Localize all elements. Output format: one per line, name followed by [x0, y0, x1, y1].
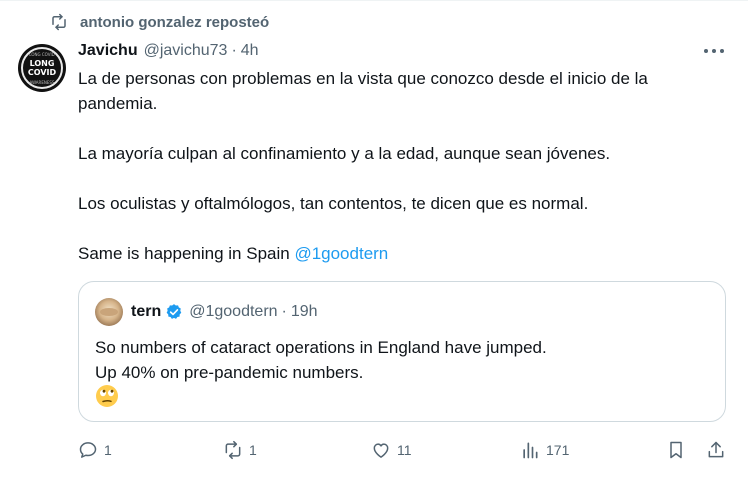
- tweet-text: La de personas con problemas en la vista…: [78, 66, 718, 266]
- avatar-badge-bottom-text: AWARENESS: [29, 80, 55, 85]
- more-dot: [712, 49, 716, 53]
- tweet-paragraph: Los oculistas y oftalmólogos, tan conten…: [78, 194, 589, 213]
- share-icon: [708, 441, 724, 458]
- bookmark-icon: [670, 441, 682, 459]
- quoted-text-line: Up 40% on pre-pandemic numbers.: [95, 363, 364, 382]
- avatar-badge-line2: COVID: [27, 68, 57, 77]
- views-chart-icon: [523, 442, 538, 459]
- repost-label[interactable]: antonio gonzalez reposteó: [80, 14, 269, 31]
- more-options-icon[interactable]: [704, 46, 724, 56]
- tweet-timestamp[interactable]: 4h: [241, 42, 259, 60]
- tweet-paragraph: La de personas con problemas en la vista…: [78, 69, 648, 113]
- avatar-badge-top-text: LONG COVID: [29, 52, 55, 57]
- quoted-tweet[interactable]: tern @1goodtern · 19h So numbers of cata…: [78, 281, 726, 422]
- face-with-rolling-eyes-emoji: [96, 385, 118, 407]
- tweet-paragraph: La mayoría culpan al confinamiento y a l…: [78, 144, 611, 163]
- repost-button[interactable]: 1: [223, 438, 257, 462]
- avatar-badge-line1: LONG: [29, 59, 55, 68]
- author-name[interactable]: Javichu: [78, 42, 138, 60]
- repost-icon: [225, 440, 241, 460]
- like-button[interactable]: 11: [371, 438, 412, 462]
- reply-count: 1: [104, 442, 112, 458]
- quoted-author-handle[interactable]: @1goodtern: [189, 303, 277, 321]
- reply-button[interactable]: 1: [78, 438, 112, 462]
- like-count: 11: [397, 442, 412, 458]
- separator-dot: ·: [281, 303, 287, 320]
- views-count: 171: [546, 442, 570, 458]
- bookmark-button[interactable]: [666, 438, 686, 462]
- more-dot: [720, 49, 724, 53]
- action-bar: 1 1 11 171: [78, 436, 728, 464]
- separator-dot: ·: [231, 42, 237, 59]
- tweet-last-line-text: Same is happening in Spain: [78, 244, 295, 263]
- top-divider: [0, 0, 748, 1]
- quoted-text-line: So numbers of cataract operations in Eng…: [95, 338, 547, 357]
- verified-badge-icon: [166, 304, 182, 319]
- views-button[interactable]: 171: [520, 438, 569, 462]
- more-dot: [704, 49, 708, 53]
- heart-icon: [373, 443, 389, 458]
- quoted-text: So numbers of cataract operations in Eng…: [95, 335, 715, 385]
- quoted-avatar[interactable]: [95, 298, 123, 326]
- repost-count: 1: [249, 442, 257, 458]
- share-button[interactable]: [706, 438, 726, 462]
- tweet-paragraph-last: Same is happening in Spain @1goodtern: [78, 241, 718, 266]
- tweet-header: Javichu @javichu73 · 4h: [78, 40, 259, 62]
- quoted-timestamp[interactable]: 19h: [291, 303, 318, 321]
- repost-icon: [52, 13, 66, 31]
- quoted-header: tern @1goodtern · 19h: [131, 301, 318, 323]
- quoted-author-name[interactable]: tern: [131, 303, 161, 321]
- repost-context: antonio gonzalez reposteó: [50, 12, 269, 32]
- avatar[interactable]: LONG COVID LONG COVID AWARENESS: [18, 44, 66, 92]
- author-handle[interactable]: @javichu73: [144, 42, 228, 60]
- reply-icon: [79, 442, 97, 458]
- mention-link[interactable]: @1goodtern: [294, 244, 388, 263]
